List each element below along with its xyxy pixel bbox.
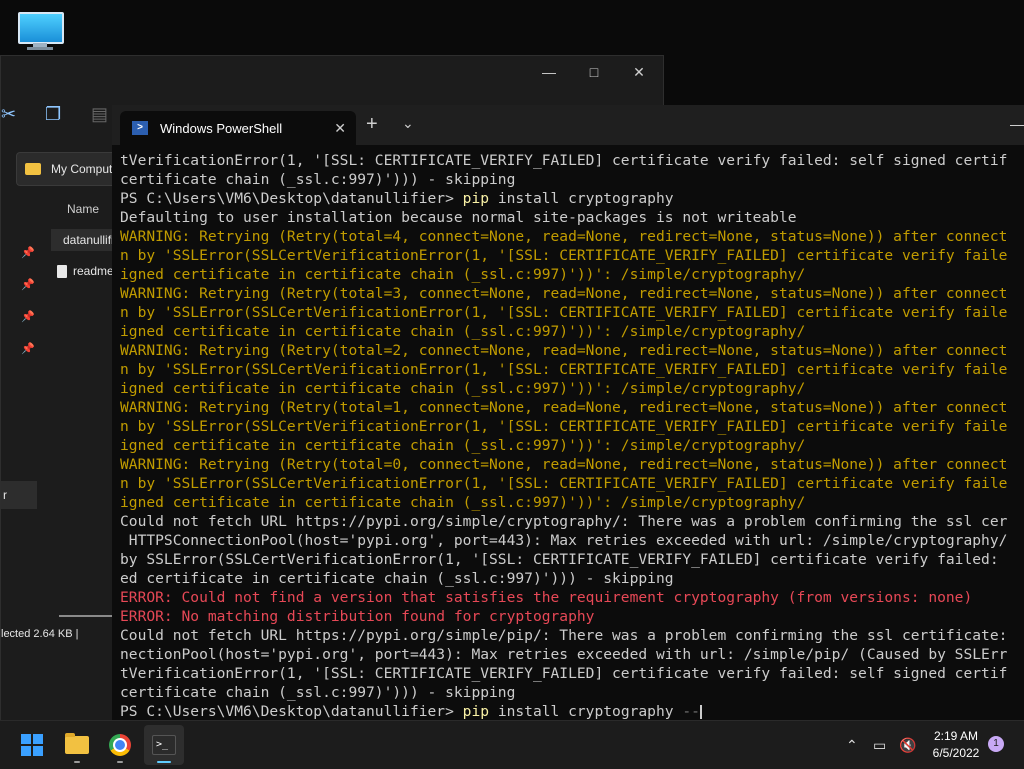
file-icon bbox=[57, 264, 67, 278]
cut-icon[interactable]: ✂ bbox=[1, 104, 16, 125]
start-button[interactable] bbox=[12, 725, 52, 765]
file-explorer-taskbar-button[interactable] bbox=[57, 725, 97, 765]
volume-muted-icon[interactable]: 🔇 bbox=[899, 721, 916, 769]
network-icon[interactable]: ▭ bbox=[873, 721, 886, 769]
terminal-window[interactable]: > Windows PowerShell ✕ + ⌄ tVerification… bbox=[112, 105, 1024, 720]
terminal-line: Could not fetch URL https://pypi.org/sim… bbox=[120, 513, 1008, 530]
chrome-taskbar-button[interactable] bbox=[100, 725, 140, 765]
terminal-line: n by 'SSLError(SSLCertVerificationError(… bbox=[120, 247, 1008, 264]
terminal-line: certificate chain (_ssl.c:997)'))) - ski… bbox=[120, 684, 516, 701]
monitor-icon bbox=[18, 12, 64, 44]
horizontal-scrollbar[interactable] bbox=[59, 615, 113, 617]
terminal-input-line[interactable]: PS C:\Users\VM6\Desktop\datanullifier> p… bbox=[120, 702, 1024, 719]
terminal-line: tVerificationError(1, '[SSL: CERTIFICATE… bbox=[120, 152, 1008, 169]
terminal-line: Could not fetch URL https://pypi.org/sim… bbox=[120, 627, 1008, 644]
copy-icon[interactable]: ❐ bbox=[45, 104, 61, 125]
terminal-line: PS C:\Users\VM6\Desktop\datanullifier> p… bbox=[120, 190, 674, 207]
terminal-line: WARNING: Retrying (Retry(total=4, connec… bbox=[120, 228, 1008, 245]
chrome-icon bbox=[109, 734, 131, 756]
status-bar: lected 2.64 KB | bbox=[1, 628, 79, 640]
terminal-line: igned certificate in certificate chain (… bbox=[120, 266, 806, 283]
clock-date: 6/5/2022 bbox=[932, 746, 980, 760]
pin-icon: 📌 bbox=[21, 247, 35, 259]
powershell-icon: > bbox=[132, 121, 148, 135]
tab-close-icon[interactable]: ✕ bbox=[334, 120, 346, 137]
tab-windows-powershell[interactable]: > Windows PowerShell ✕ bbox=[120, 111, 356, 145]
terminal-line: n by 'SSLError(SSLCertVerificationError(… bbox=[120, 361, 1008, 378]
text-cursor bbox=[699, 704, 702, 719]
pin-icon: 📌 bbox=[21, 343, 35, 355]
tab-bar: > Windows PowerShell ✕ + ⌄ bbox=[112, 105, 1024, 145]
folder-icon bbox=[65, 733, 89, 754]
terminal-line: WARNING: Retrying (Retry(total=2, connec… bbox=[120, 342, 1008, 359]
terminal-line: igned certificate in certificate chain (… bbox=[120, 494, 806, 511]
minimize-icon[interactable] bbox=[1010, 125, 1024, 126]
explorer-titlebar: — □ ✕ bbox=[1, 56, 663, 88]
terminal-line: ed certificate in certificate chain (_ss… bbox=[120, 570, 674, 587]
taskbar: >_ ⌃ ▭ 🔇 2:19 AM 6/5/2022 1 bbox=[0, 720, 1024, 769]
terminal-line: nectionPool(host='pypi.org', port=443): … bbox=[120, 646, 1008, 663]
terminal-line: HTTPSConnectionPool(host='pypi.org', por… bbox=[120, 532, 1008, 549]
pin-icon: 📌 bbox=[21, 279, 35, 291]
folder-icon bbox=[25, 163, 41, 175]
minimize-icon[interactable]: — bbox=[526, 56, 572, 88]
terminal-line: Defaulting to user installation because … bbox=[120, 209, 797, 226]
file-item[interactable]: readme bbox=[51, 260, 121, 282]
chevron-up-icon[interactable]: ⌃ bbox=[846, 721, 858, 769]
notification-badge[interactable]: 1 bbox=[988, 736, 1004, 752]
windows-logo-icon bbox=[21, 734, 43, 756]
terminal-line: WARNING: Retrying (Retry(total=1, connec… bbox=[120, 399, 1008, 416]
nav-item-selected[interactable]: r bbox=[1, 481, 37, 509]
desktop-computer-icon[interactable] bbox=[16, 10, 64, 50]
terminal-line: by SSLError(SSLCertVerificationError(1, … bbox=[120, 551, 999, 568]
clock[interactable]: 2:19 AM 6/5/2022 bbox=[926, 728, 986, 762]
paste-icon[interactable]: ▤ bbox=[91, 104, 108, 125]
close-icon[interactable]: ✕ bbox=[616, 56, 662, 88]
file-item[interactable]: datanullifier bbox=[51, 229, 124, 251]
terminal-line: igned certificate in certificate chain (… bbox=[120, 437, 806, 454]
terminal-line: ERROR: Could not find a version that sat… bbox=[120, 589, 973, 606]
terminal-output[interactable]: tVerificationError(1, '[SSL: CERTIFICATE… bbox=[120, 151, 1024, 719]
maximize-icon[interactable]: □ bbox=[571, 56, 617, 88]
terminal-line: WARNING: Retrying (Retry(total=0, connec… bbox=[120, 456, 1008, 473]
terminal-line: n by 'SSLError(SSLCertVerificationError(… bbox=[120, 418, 1008, 435]
chevron-down-icon[interactable]: ⌄ bbox=[402, 115, 414, 132]
terminal-line: igned certificate in certificate chain (… bbox=[120, 323, 806, 340]
new-tab-icon[interactable]: + bbox=[366, 113, 378, 136]
terminal-line: igned certificate in certificate chain (… bbox=[120, 380, 806, 397]
tab-title: Windows PowerShell bbox=[160, 120, 283, 136]
column-header-name[interactable]: Name bbox=[67, 202, 99, 216]
terminal-taskbar-button[interactable]: >_ bbox=[144, 725, 184, 765]
terminal-line: tVerificationError(1, '[SSL: CERTIFICATE… bbox=[120, 665, 1008, 682]
terminal-line: certificate chain (_ssl.c:997)'))) - ski… bbox=[120, 171, 516, 188]
pin-icon: 📌 bbox=[21, 311, 35, 323]
terminal-line: ERROR: No matching distribution found fo… bbox=[120, 608, 595, 625]
clock-time: 2:19 AM bbox=[933, 729, 979, 743]
terminal-line: n by 'SSLError(SSLCertVerificationError(… bbox=[120, 304, 1008, 321]
terminal-line: n by 'SSLError(SSLCertVerificationError(… bbox=[120, 475, 1008, 492]
terminal-icon: >_ bbox=[152, 735, 176, 755]
terminal-line: WARNING: Retrying (Retry(total=3, connec… bbox=[120, 285, 1008, 302]
